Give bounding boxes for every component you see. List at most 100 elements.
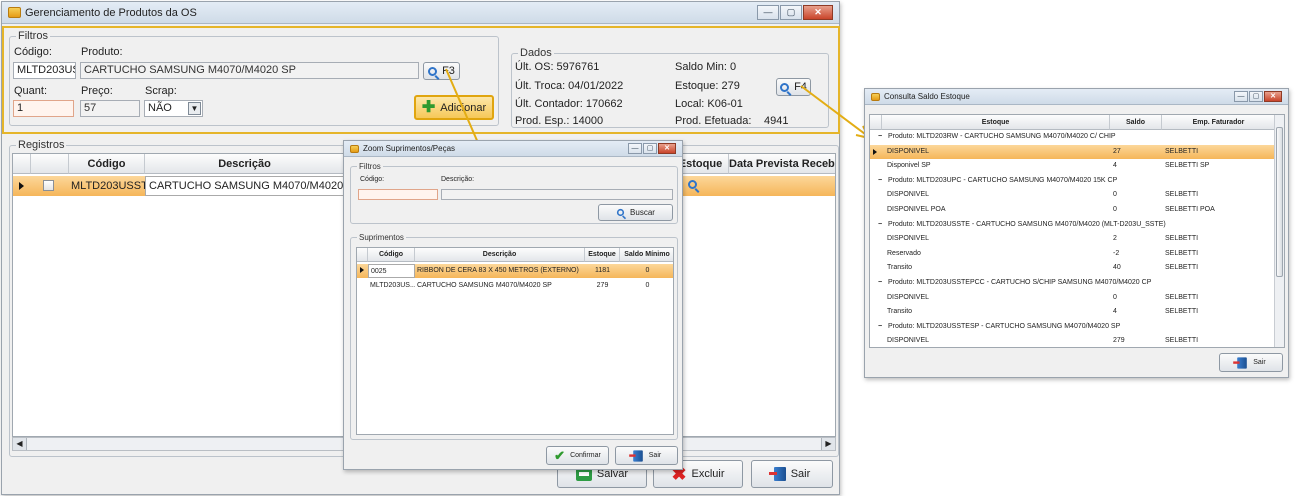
consulta-row-estoque: Reservado — [887, 249, 921, 257]
table-row[interactable]: Disponivel SP 4 SELBETTI SP — [870, 159, 1276, 174]
product-group-header[interactable]: − Produto: MLTD203USSTESP - CARTUCHO SAMS… — [870, 320, 1276, 335]
zoom-window: Zoom Suprimentos/Peças — ▢ ✕ Filtros Cód… — [343, 140, 683, 470]
exit-icon — [628, 449, 643, 462]
table-row[interactable]: MLTD203US... CARTUCHO SAMSUNG M4070/M402… — [357, 279, 673, 293]
maximize-button[interactable]: ▢ — [780, 5, 802, 20]
table-row[interactable]: Transito 4 SELBETTI — [870, 305, 1276, 320]
zoom-window-title: Zoom Suprimentos/Peças — [363, 144, 456, 153]
consulta-row-saldo: -2 — [1113, 249, 1120, 257]
app-icon — [8, 7, 21, 18]
suprimentos-legend: Suprimentos — [357, 233, 406, 242]
table-row[interactable]: DISPONIVEL 2 SELBETTI — [870, 232, 1276, 247]
close-button[interactable]: ✕ — [803, 5, 833, 20]
consulta-col-estoque[interactable]: Estoque — [882, 115, 1110, 130]
zoom-row-codigo[interactable]: 0025 — [368, 264, 415, 278]
zoom-codigo-input[interactable] — [358, 189, 438, 200]
saldo-min-text: Saldo Min: 0 — [675, 61, 737, 73]
search-icon — [428, 66, 438, 76]
buscar-button[interactable]: Buscar — [598, 204, 673, 221]
product-group-header[interactable]: − Produto: MLTD203UPC - CARTUCHO SAMSUNG … — [870, 174, 1276, 189]
table-row[interactable]: DISPONIVEL POA 0 SELBETTI POA — [870, 203, 1276, 218]
table-row[interactable]: DISPONIVEL 0 SELBETTI — [870, 188, 1276, 203]
table-row[interactable]: DISPONIVEL 27 SELBETTI — [870, 144, 1276, 160]
zoom-col-codigo[interactable]: Código — [368, 248, 415, 262]
codigo-input[interactable]: MLTD203USS — [13, 62, 76, 79]
consulta-col-saldo[interactable]: Saldo — [1110, 115, 1162, 130]
scrap-select[interactable]: NÃO ▼ — [144, 100, 203, 117]
minimize-button[interactable]: — — [628, 143, 642, 154]
col-codigo[interactable]: Código — [69, 154, 145, 174]
produto-input[interactable]: CARTUCHO SAMSUNG M4070/M4020 SP — [80, 62, 419, 79]
scrollbar-thumb[interactable] — [1276, 127, 1283, 277]
sair-button[interactable]: Sair — [751, 460, 833, 488]
excluir-label: Excluir — [691, 468, 725, 480]
table-row[interactable]: DISPONIVEL 0 SELBETTI — [870, 291, 1276, 306]
consulta-row-emp: SELBETTI POA — [1165, 206, 1215, 213]
check-icon: ✔ — [554, 447, 566, 463]
product-group-header[interactable]: − Produto: MLTD203USSTE - CARTUCHO SAMSUN… — [870, 218, 1276, 233]
zoom-col-saldo[interactable]: Saldo Mínimo — [620, 248, 673, 262]
consulta-row-saldo: 4 — [1113, 308, 1117, 316]
consulta-titlebar: Consulta Saldo Estoque — ▢ ✕ — [865, 89, 1288, 105]
minimize-button[interactable]: — — [757, 5, 779, 20]
close-button[interactable]: ✕ — [1264, 91, 1282, 102]
zoom-filtros-legend: Filtros — [357, 162, 383, 171]
quant-input[interactable]: 1 — [13, 100, 74, 117]
zoom-sair-button[interactable]: Sair — [615, 446, 678, 465]
confirmar-button[interactable]: ✔ Confirmar — [546, 446, 609, 465]
consulta-col-emp[interactable]: Emp. Faturador — [1162, 115, 1276, 130]
collapse-icon[interactable]: − — [878, 174, 882, 189]
f3-button[interactable]: F3 — [423, 62, 460, 80]
zoom-row-saldo: 0 — [645, 267, 650, 274]
preco-input[interactable]: 57 — [80, 100, 140, 117]
col-data-prevista[interactable]: Data Prevista Recebin — [729, 154, 835, 174]
consulta-window-title: Consulta Saldo Estoque — [884, 92, 970, 101]
consulta-row-emp: SELBETTI — [1165, 147, 1199, 155]
product-group-header[interactable]: − Produto: MLTD203USSTEPCC - CARTUCHO S/C… — [870, 276, 1276, 291]
table-row[interactable]: DISPONIVEL 279 SELBETTI — [870, 334, 1276, 347]
consulta-row-estoque: Disponivel SP — [887, 162, 931, 170]
col-descricao[interactable]: Descrição — [145, 154, 345, 174]
scroll-left-icon[interactable]: ◀ — [13, 438, 27, 450]
consulta-col-indicator — [870, 115, 882, 130]
maximize-button[interactable]: ▢ — [1249, 91, 1263, 102]
zoom-row-descricao: CARTUCHO SAMSUNG M4070/M4020 SP — [417, 282, 552, 289]
product-group-label: Produto: MLTD203UPC - CARTUCHO SAMSUNG M… — [888, 176, 1118, 184]
table-row[interactable]: Reservado -2 SELBETTI — [870, 247, 1276, 262]
scrap-label: Scrap: — [145, 85, 177, 97]
main-titlebar: Gerenciamento de Produtos da OS — ▢ ✕ — [2, 2, 839, 24]
zoom-descricao-input[interactable] — [441, 189, 673, 200]
collapse-icon[interactable]: − — [878, 276, 882, 291]
close-button[interactable]: ✕ — [658, 143, 676, 154]
row-search-icon[interactable] — [688, 180, 697, 189]
col-check — [31, 154, 69, 174]
chevron-down-icon[interactable]: ▼ — [188, 102, 201, 115]
f4-button[interactable]: F4 — [776, 78, 811, 96]
zoom-col-estoque[interactable]: Estoque — [585, 248, 620, 262]
plus-icon: ✚ — [421, 98, 436, 116]
zoom-col-indicator — [357, 248, 368, 262]
vertical-scrollbar[interactable] — [1274, 115, 1284, 347]
collapse-icon[interactable]: − — [878, 130, 882, 145]
consulta-sair-label: Sair — [1253, 359, 1266, 366]
collapse-icon[interactable]: − — [878, 218, 882, 233]
product-group-label: Produto: MLTD203USSTESP - CARTUCHO SAMSU… — [888, 322, 1121, 330]
maximize-button[interactable]: ▢ — [643, 143, 657, 154]
zoom-col-descricao[interactable]: Descrição — [415, 248, 585, 262]
search-icon — [616, 208, 625, 217]
adicionar-label: Adicionar — [440, 101, 487, 114]
product-group-header[interactable]: − Produto: MLTD203RW - CARTUCHO SAMSUNG M… — [870, 130, 1276, 145]
zoom-descricao-label: Descrição: — [441, 176, 475, 183]
minimize-button[interactable]: — — [1234, 91, 1248, 102]
row-descricao[interactable]: CARTUCHO SAMSUNG M4070/M4020 CP — [145, 176, 345, 196]
scroll-right-icon[interactable]: ▶ — [821, 438, 835, 450]
table-row[interactable]: 0025 RIBBON DE CERA 83 X 450 METROS (EXT… — [357, 264, 673, 278]
consulta-sair-button[interactable]: Sair — [1219, 353, 1283, 372]
adicionar-button[interactable]: ✚ Adicionar — [414, 95, 494, 120]
row-checkbox[interactable] — [43, 180, 54, 191]
product-group-label: Produto: MLTD203USSTE - CARTUCHO SAMSUNG… — [888, 220, 1166, 228]
consulta-row-saldo: 0 — [1113, 206, 1117, 213]
table-row[interactable]: Transito 40 SELBETTI — [870, 261, 1276, 276]
product-group-label: Produto: MLTD203RW - CARTUCHO SAMSUNG M4… — [888, 133, 1116, 140]
collapse-icon[interactable]: − — [878, 320, 882, 335]
